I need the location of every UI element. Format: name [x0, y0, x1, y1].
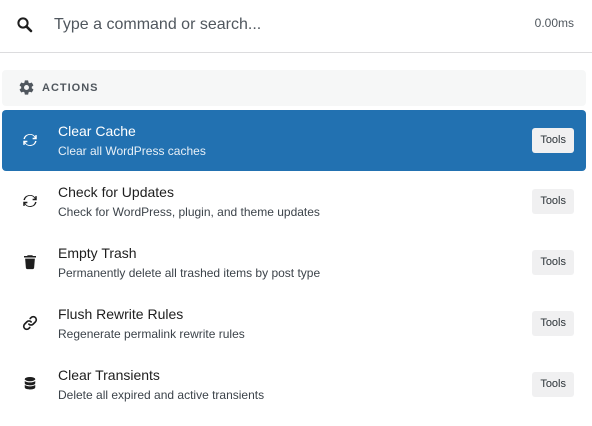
- command-search-bar: 0.00ms: [0, 0, 592, 53]
- group-header-actions: ACTIONS: [2, 70, 586, 106]
- trash-icon: [20, 252, 40, 272]
- search-icon: [16, 16, 34, 34]
- category-badge: Tools: [532, 250, 574, 275]
- command-item-flush-rewrite-rules[interactable]: Flush Rewrite Rules Regenerate permalink…: [2, 293, 586, 354]
- category-badge: Tools: [532, 311, 574, 336]
- command-item-title: Empty Trash: [58, 245, 137, 261]
- command-list: Clear Cache Clear all WordPress caches T…: [2, 110, 586, 415]
- command-item-empty-trash[interactable]: Empty Trash Permanently delete all trash…: [2, 232, 586, 293]
- database-icon: [20, 374, 40, 394]
- command-item-clear-transients[interactable]: Clear Transients Delete all expired and …: [2, 354, 586, 415]
- category-badge: Tools: [532, 189, 574, 214]
- command-item-description: Clear all WordPress caches: [58, 144, 206, 158]
- search-timing: 0.00ms: [534, 16, 574, 30]
- refresh-icon: [20, 130, 40, 150]
- command-item-description: Check for WordPress, plugin, and theme u…: [58, 205, 320, 219]
- category-badge: Tools: [532, 128, 574, 153]
- gear-icon: [18, 79, 35, 96]
- category-badge: Tools: [532, 372, 574, 397]
- command-item-title: Flush Rewrite Rules: [58, 306, 184, 322]
- command-item-title: Check for Updates: [58, 184, 174, 200]
- refresh-icon: [20, 191, 40, 211]
- command-item-clear-cache[interactable]: Clear Cache Clear all WordPress caches T…: [2, 110, 586, 171]
- group-title: ACTIONS: [42, 82, 99, 94]
- command-item-description: Regenerate permalink rewrite rules: [58, 327, 245, 341]
- command-item-check-for-updates[interactable]: Check for Updates Check for WordPress, p…: [2, 171, 586, 232]
- command-search-input[interactable]: [46, 10, 506, 40]
- link-icon: [20, 313, 40, 333]
- command-item-title: Clear Cache: [58, 123, 136, 139]
- command-item-description: Permanently delete all trashed items by …: [58, 266, 321, 280]
- command-item-description: Delete all expired and active transients: [58, 388, 265, 402]
- command-item-title: Clear Transients: [58, 367, 160, 383]
